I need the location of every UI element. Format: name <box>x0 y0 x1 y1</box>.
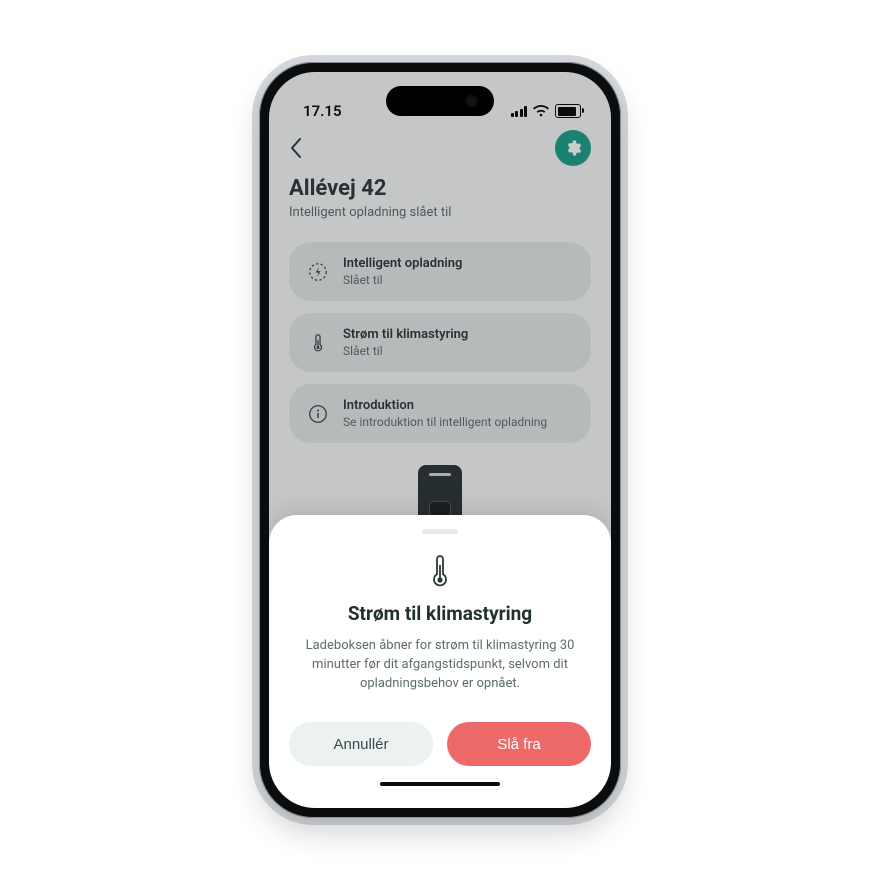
cancel-button[interactable]: Annullér <box>289 722 433 766</box>
phone-frame: 17.15 Allévej 42 Intelligent opladning s… <box>259 62 621 818</box>
screen: 17.15 Allévej 42 Intelligent opladning s… <box>269 72 611 808</box>
battery-icon <box>555 104 581 118</box>
status-time: 17.15 <box>303 102 342 120</box>
sheet-body: Ladeboksen åbner for strøm til klimastyr… <box>289 637 591 694</box>
sheet-button-row: Annullér Slå fra <box>289 722 591 766</box>
disable-button[interactable]: Slå fra <box>447 722 591 766</box>
cellular-icon <box>511 106 528 117</box>
thermometer-icon <box>428 554 452 588</box>
home-indicator[interactable] <box>380 782 500 786</box>
status-indicators <box>511 104 582 118</box>
bottom-sheet: Strøm til klimastyring Ladeboksen åbner … <box>269 515 611 808</box>
wifi-icon <box>533 105 549 117</box>
sheet-grabber[interactable] <box>422 529 458 534</box>
sheet-title: Strøm til klimastyring <box>289 602 591 625</box>
dynamic-island <box>386 86 494 116</box>
